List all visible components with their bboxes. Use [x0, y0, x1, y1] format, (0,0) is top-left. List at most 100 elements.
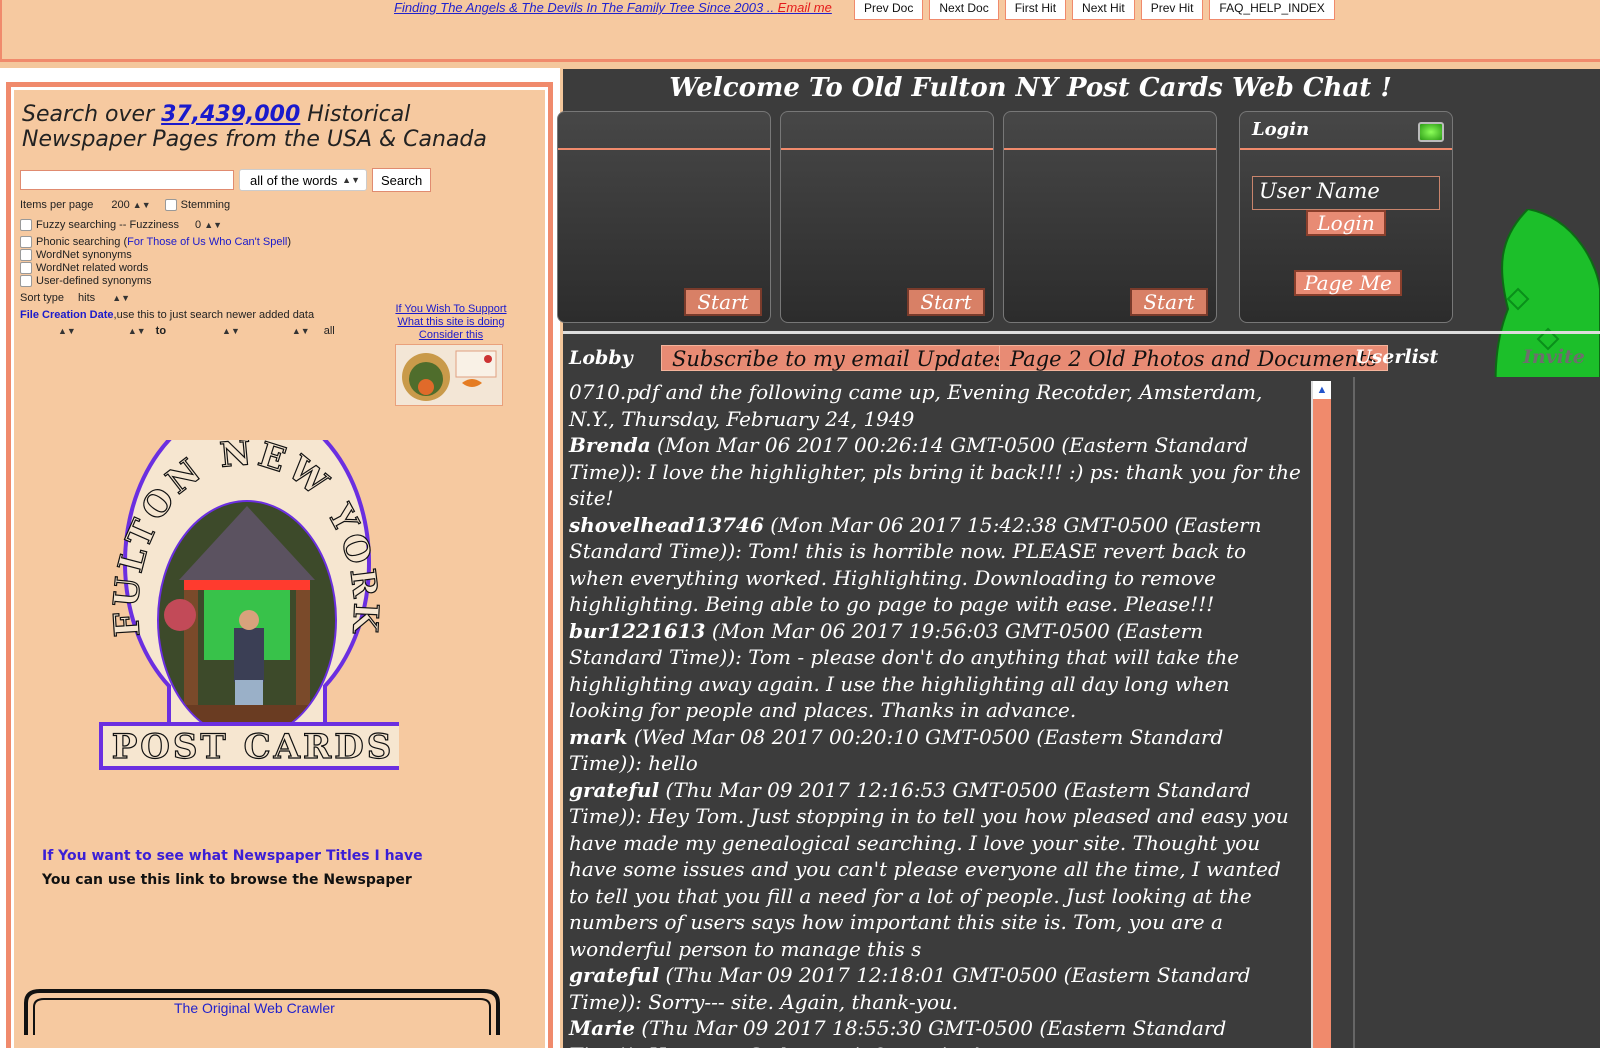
user-synonyms-checkbox[interactable]: [20, 275, 32, 287]
stemming-checkbox[interactable]: [164, 199, 177, 211]
message-text: (Wed Mar 08 2017 00:20:10 GMT-0500 (East…: [569, 724, 1224, 776]
match-mode-select[interactable]: all of the words ▲▼: [239, 169, 367, 191]
webcam-slot-header: [781, 112, 993, 150]
old-photos-documents-link[interactable]: Page 2 Old Photos and Documents: [999, 345, 1389, 371]
fuzzy-row: Fuzzy searching -- Fuzziness 0 ▲▼: [20, 219, 222, 231]
original-web-crawler-link[interactable]: The Original Web Crawler: [174, 1000, 335, 1016]
date-from-day-select[interactable]: ▲▼: [128, 326, 146, 336]
fuzzy-label: Fuzzy searching -- Fuzziness: [36, 219, 180, 231]
status-led-icon: [1418, 122, 1444, 142]
message-text: 0710.pdf and the following came up, Even…: [569, 380, 1263, 431]
search-heading: Search over 37,439,000 Historical Newspa…: [22, 102, 522, 152]
message-text: (Mon Mar 06 2017 00:26:14 GMT-0500 (East…: [569, 433, 1301, 510]
left-frame-border: Search over 37,439,000 Historical Newspa…: [6, 82, 553, 1048]
start-webcam-button-1[interactable]: Start: [684, 288, 762, 316]
chat-message: Marie (Thu Mar 09 2017 18:55:30 GMT-0500…: [569, 1015, 1301, 1048]
page-count-link[interactable]: 37,439,000: [161, 102, 300, 127]
search-input[interactable]: [20, 170, 234, 190]
support-banner-image[interactable]: [395, 344, 503, 406]
items-per-page-select[interactable]: 200 ▲▼: [111, 199, 150, 211]
post-cards-banner-text: POST CARDS: [112, 727, 395, 767]
scroll-up-arrow-icon[interactable]: ▲: [1313, 381, 1331, 399]
login-box: Login User Name Login Page Me: [1239, 111, 1453, 323]
search-heading-pre: Search over: [22, 102, 162, 127]
webcam-slot-3: Start: [1003, 111, 1217, 323]
date-range-row: ▲▼ ▲▼ to ▲▼ ▲▼ all: [20, 325, 335, 337]
match-mode-value: all of the words: [250, 172, 338, 188]
wordnet-related-label: WordNet related words: [36, 262, 149, 274]
prev-doc-button[interactable]: Prev Doc: [854, 0, 924, 20]
search-button[interactable]: Search: [372, 168, 432, 192]
sort-type-select[interactable]: hits ▲▼: [78, 292, 130, 304]
date-from-month-select[interactable]: ▲▼: [58, 326, 76, 336]
date-to-day-select[interactable]: ▲▼: [292, 326, 310, 336]
chat-scrollbar[interactable]: ▲: [1311, 381, 1331, 1048]
wordnet-synonyms-label: WordNet synonyms: [36, 249, 132, 261]
select-arrows-icon: ▲▼: [204, 220, 223, 230]
wordnet-related-checkbox[interactable]: [20, 262, 32, 274]
fuzzy-checkbox[interactable]: [20, 219, 32, 231]
login-header: Login: [1240, 112, 1452, 150]
next-doc-button[interactable]: Next Doc: [929, 0, 999, 20]
email-link[interactable]: Email me: [778, 0, 832, 15]
message-text: (Thu Mar 09 2017 18:55:30 GMT-0500 (East…: [569, 1016, 1227, 1048]
select-arrows-icon: ▲▼: [132, 200, 151, 210]
fuzziness-select[interactable]: 0 ▲▼: [195, 219, 222, 231]
search-row: all of the words ▲▼ Search: [20, 168, 432, 192]
phonic-link[interactable]: For Those of Us Who Can't Spell: [127, 236, 287, 248]
chat-message: shovelhead13746 (Mon Mar 06 2017 15:42:3…: [569, 512, 1301, 618]
webcam-slot-1: Start: [557, 111, 771, 323]
userlist-panel: [1353, 377, 1600, 1048]
chat-message: grateful (Thu Mar 09 2017 12:18:01 GMT-0…: [569, 962, 1301, 1015]
file-date-row: File Creation Date ,use this to just sear…: [20, 309, 314, 321]
date-to-month-select[interactable]: ▲▼: [222, 326, 240, 336]
tagline-text: Finding The Angels & The Devils In The F…: [394, 0, 778, 15]
page-me-button[interactable]: Page Me: [1294, 270, 1402, 296]
select-arrows-icon: ▲▼: [342, 175, 360, 185]
login-title: Login: [1252, 119, 1310, 140]
subscribe-email-updates-link[interactable]: Subscribe to my email Updates: [661, 345, 1017, 371]
message-user: shovelhead13746: [569, 512, 764, 537]
file-date-label: File Creation Date: [20, 309, 114, 321]
username-input[interactable]: User Name: [1252, 176, 1440, 210]
sort-type-label: Sort type: [20, 292, 65, 304]
tab-lobby[interactable]: Lobby: [569, 347, 633, 369]
date-to-label: to: [155, 325, 167, 337]
sort-row: Sort type hits ▲▼: [20, 292, 130, 304]
message-user: mark: [569, 724, 628, 749]
phonic-row: Phonic searching (For Those of Us Who Ca…: [20, 236, 291, 248]
newspaper-titles-link[interactable]: If You want to see what Newspaper Titles…: [42, 848, 423, 864]
chat-title: Welcome To Old Fulton NY Post Cards Web …: [669, 73, 1392, 103]
message-user: Marie: [569, 1016, 635, 1040]
support-link[interactable]: If You Wish To Support What this site is…: [386, 303, 516, 342]
left-frame: Search over 37,439,000 Historical Newspa…: [0, 68, 560, 1048]
chat-messages: 0710.pdf and the following came up, Even…: [563, 377, 1305, 1048]
message-text: (Thu Mar 09 2017 12:18:01 GMT-0500 (East…: [569, 963, 1251, 1014]
message-text: (Thu Mar 09 2017 12:16:53 GMT-0500 (East…: [569, 777, 1289, 961]
phonic-label: Phonic searching (: [36, 236, 128, 248]
start-webcam-button-3[interactable]: Start: [1130, 288, 1208, 316]
search-panel: Search over 37,439,000 Historical Newspa…: [11, 87, 548, 1048]
start-webcam-button-2[interactable]: Start: [907, 288, 985, 316]
chat-message: bur1221613 (Mon Mar 06 2017 19:56:03 GMT…: [569, 618, 1301, 724]
chat-message: mark (Wed Mar 08 2017 00:20:10 GMT-0500 …: [569, 724, 1301, 777]
chat-message: 0710.pdf and the following came up, Even…: [569, 379, 1301, 432]
webcam-slot-2: Start: [780, 111, 994, 323]
web-chat: Welcome To Old Fulton NY Post Cards Web …: [557, 69, 1600, 1048]
prev-hit-button[interactable]: Prev Hit: [1140, 0, 1204, 20]
user-synonyms-label: User-defined synonyms: [36, 275, 152, 287]
wordnet-synonyms-checkbox[interactable]: [20, 249, 32, 261]
tab-userlist[interactable]: Userlist: [1355, 346, 1438, 368]
login-button[interactable]: Login: [1306, 210, 1386, 236]
faq-help-index-button[interactable]: FAQ_HELP_INDEX: [1209, 0, 1335, 20]
items-per-page-label: Items per page: [20, 199, 94, 211]
webcam-slot-header: [1004, 112, 1216, 150]
first-hit-button[interactable]: First Hit: [1004, 0, 1067, 20]
phonic-checkbox[interactable]: [20, 236, 32, 248]
next-hit-button[interactable]: Next Hit: [1072, 0, 1135, 20]
top-bar: Finding The Angels & The Devils In The F…: [0, 0, 1600, 62]
tagline-link[interactable]: Finding The Angels & The Devils In The F…: [394, 0, 832, 15]
stemming-label: Stemming: [180, 199, 231, 211]
doc-nav-buttons: Prev Doc Next Doc First Hit Next Hit Pre…: [854, 0, 1335, 20]
date-all-label: all: [323, 325, 335, 337]
